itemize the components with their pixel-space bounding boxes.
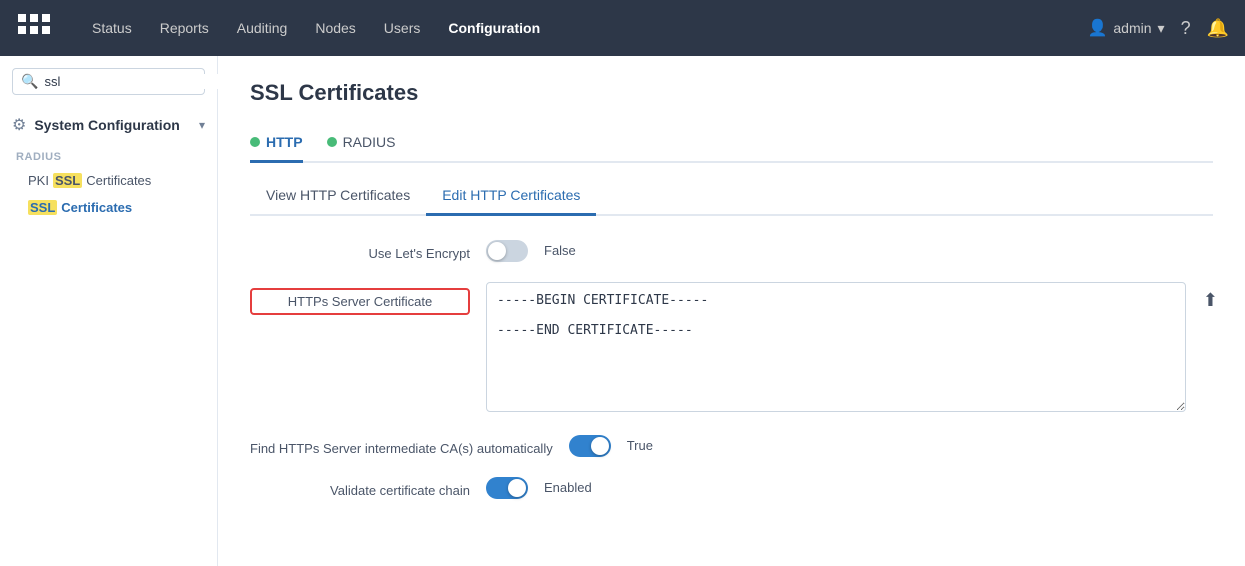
help-icon[interactable]: ? [1181,18,1191,39]
main-content: SSL Certificates HTTP RADIUS View HTTP C… [218,56,1245,566]
pki-ssl-highlight: SSL [53,173,82,188]
radius-status-dot [327,137,337,147]
top-navigation: Status Reports Auditing Nodes Users Conf… [0,0,1245,56]
lets-encrypt-label: Use Let's Encrypt [250,240,470,261]
bell-icon[interactable]: 🔔 [1207,18,1229,39]
subtab-edit-http[interactable]: Edit HTTP Certificates [426,179,596,216]
validate-chain-row: Validate certificate chain Enabled [250,477,1213,499]
validate-chain-thumb [508,479,526,497]
form-area: Use Let's Encrypt False HTTPs Server Cer… [250,240,1213,499]
sub-tabs: View HTTP Certificates Edit HTTP Certifi… [250,179,1213,216]
cert-textarea[interactable]: -----BEGIN CERTIFICATE----- -----END CER… [486,282,1186,412]
find-intermediate-row: Find HTTPs Server intermediate CA(s) aut… [250,435,1213,457]
page-layout: 🔍 ssl ✕ ⚙ System Configuration ▾ RADIUS … [0,56,1245,566]
pki-label-prefix: PKI [28,173,49,188]
radius-group-label: RADIUS [0,143,217,167]
ssl-label-suffix: Certificates [61,200,132,215]
user-chevron-icon: ▾ [1158,20,1165,37]
tab-radius-label: RADIUS [343,134,396,150]
user-menu[interactable]: 👤 admin ▾ [1087,18,1164,38]
validate-chain-label: Validate certificate chain [250,477,470,498]
pki-label-suffix: Certificates [86,173,151,188]
http-status-dot [250,137,260,147]
lets-encrypt-track [486,240,528,262]
lets-encrypt-row: Use Let's Encrypt False [250,240,1213,262]
nav-users[interactable]: Users [372,14,433,42]
ssl-highlight: SSL [28,200,57,215]
page-title: SSL Certificates [250,80,1213,106]
nav-auditing[interactable]: Auditing [225,14,300,42]
find-intermediate-label: Find HTTPs Server intermediate CA(s) aut… [250,435,553,456]
topnav-right: 👤 admin ▾ ? 🔔 [1087,18,1229,39]
nav-links: Status Reports Auditing Nodes Users Conf… [80,14,1087,42]
username-label: admin [1113,20,1151,36]
app-logo[interactable] [16,10,60,46]
validate-chain-value: Enabled [544,477,592,495]
nav-status[interactable]: Status [80,14,144,42]
ssl-certificates-link[interactable]: SSL Certificates [0,194,217,221]
tab-http[interactable]: HTTP [250,126,303,163]
view-http-label: View HTTP Certificates [266,187,410,203]
system-configuration-section[interactable]: ⚙ System Configuration ▾ [0,107,217,143]
sidebar: 🔍 ssl ✕ ⚙ System Configuration ▾ RADIUS … [0,56,218,566]
tab-http-label: HTTP [266,134,303,150]
tab-radius[interactable]: RADIUS [327,126,396,163]
find-intermediate-thumb [591,437,609,455]
find-intermediate-value: True [627,435,653,453]
section-chevron-icon: ▾ [199,118,205,132]
https-server-cert-row: HTTPs Server Certificate -----BEGIN CERT… [250,282,1213,415]
https-server-cert-label: HTTPs Server Certificate [250,288,470,315]
upload-icon[interactable]: ⬆ [1203,290,1218,311]
search-input[interactable]: ssl [44,74,220,89]
protocol-tabs: HTTP RADIUS [250,126,1213,163]
pki-ssl-certificates-link[interactable]: PKI SSL Certificates [0,167,217,194]
find-intermediate-toggle[interactable] [569,435,611,457]
validate-chain-toggle[interactable] [486,477,528,499]
validate-chain-track [486,477,528,499]
nav-reports[interactable]: Reports [148,14,221,42]
edit-http-label: Edit HTTP Certificates [442,187,580,203]
nav-nodes[interactable]: Nodes [303,14,367,42]
sidebar-search-box[interactable]: 🔍 ssl ✕ [12,68,205,95]
gear-icon: ⚙ [12,115,26,135]
lets-encrypt-toggle[interactable] [486,240,528,262]
lets-encrypt-thumb [488,242,506,260]
find-intermediate-track [569,435,611,457]
subtab-view-http[interactable]: View HTTP Certificates [250,179,426,216]
section-label: System Configuration [34,117,191,133]
cert-textarea-wrapper: -----BEGIN CERTIFICATE----- -----END CER… [486,282,1186,415]
search-icon: 🔍 [21,73,38,90]
nav-configuration[interactable]: Configuration [436,14,552,42]
lets-encrypt-value: False [544,240,576,258]
